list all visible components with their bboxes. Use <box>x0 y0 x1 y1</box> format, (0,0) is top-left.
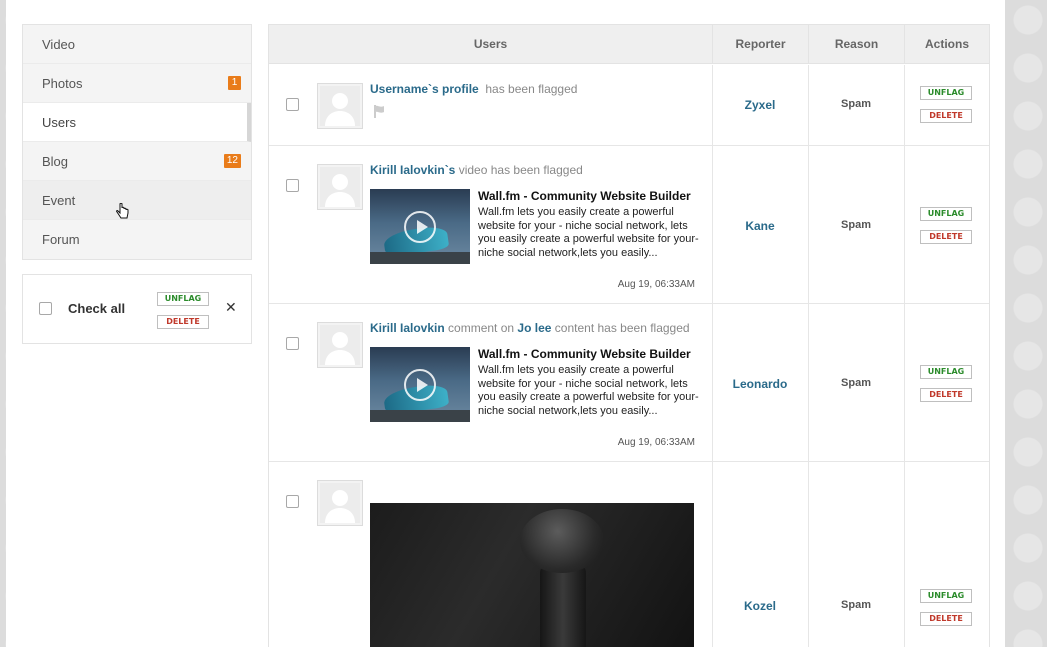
reason-text: Spam <box>841 599 871 611</box>
reporter-link[interactable]: Zyxel <box>712 98 808 112</box>
user-placeholder-icon <box>320 86 360 126</box>
sidebar-item-label: Users <box>42 115 76 130</box>
check-all-label: Check all <box>68 301 126 316</box>
shared-video-card[interactable]: Wall.fm - Community Website Builder Wall… <box>370 347 703 457</box>
avatar <box>317 164 363 210</box>
table-row: Kozel Spam UNFLAG DELETE <box>269 462 989 647</box>
row-checkbox[interactable] <box>286 179 299 192</box>
reporter-link[interactable]: Leonardo <box>712 377 808 391</box>
actor-link[interactable]: Kirill Ialovkin <box>370 321 445 335</box>
table-row: Kirill Ialovkin`s video has been flagged… <box>269 146 989 304</box>
table-row: Kirill Ialovkin comment on Jo lee conten… <box>269 304 989 462</box>
count-badge: 1 <box>228 76 241 90</box>
sidebar-item-blog[interactable]: Blog 12 <box>23 142 251 181</box>
sidebar-item-users[interactable]: Users <box>23 103 251 142</box>
sidebar-item-label: Photos <box>42 76 83 91</box>
mid-text: comment on <box>448 321 515 335</box>
row-checkbox[interactable] <box>286 98 299 111</box>
reason-text: Spam <box>841 219 871 231</box>
card-description: Wall.fm lets you easily create a powerfu… <box>478 206 699 259</box>
bulk-unflag-button[interactable]: UNFLAG <box>157 292 209 306</box>
count-badge: 12 <box>223 154 241 168</box>
delete-button[interactable]: DELETE <box>920 612 972 626</box>
sidebar-item-label: Forum <box>42 232 80 247</box>
user-placeholder-icon <box>320 483 360 523</box>
check-all-checkbox[interactable] <box>39 302 52 315</box>
flagged-photo[interactable] <box>370 503 694 647</box>
flag-text: video has been flagged <box>458 163 583 177</box>
bulk-delete-button[interactable]: DELETE <box>157 315 209 329</box>
category-menu: Video Photos 1 Users Blog 12 Event Forum <box>22 24 252 260</box>
actor-link[interactable]: Username`s profile <box>370 82 479 96</box>
sidebar-item-video[interactable]: Video <box>23 25 251 64</box>
flag-description: Kirill Ialovkin comment on Jo lee conten… <box>370 321 690 335</box>
avatar <box>317 83 363 129</box>
sidebar-item-label: Event <box>42 193 76 208</box>
card-title[interactable]: Wall.fm - Community Website Builder <box>478 347 691 361</box>
card-description: Wall.fm lets you easily create a powerfu… <box>478 364 699 417</box>
target-link[interactable]: Jo lee <box>517 321 551 335</box>
user-placeholder-icon <box>320 325 360 365</box>
reporter-link[interactable]: Kane <box>712 219 808 233</box>
unflag-button[interactable]: UNFLAG <box>920 365 972 379</box>
card-title[interactable]: Wall.fm - Community Website Builder <box>478 189 691 203</box>
flag-text: has been flagged <box>485 82 578 96</box>
delete-button[interactable]: DELETE <box>920 230 972 244</box>
table-header: Users Reporter Reason Actions <box>269 25 989 64</box>
delete-button[interactable]: DELETE <box>920 388 972 402</box>
close-icon[interactable]: ✕ <box>225 300 237 316</box>
user-placeholder-icon <box>320 167 360 207</box>
unflag-button[interactable]: UNFLAG <box>920 589 972 603</box>
reason-text: Spam <box>841 377 871 389</box>
column-header-users: Users <box>473 37 508 51</box>
hand-cursor-icon <box>116 203 129 219</box>
column-header-reporter: Reporter <box>712 25 808 64</box>
flag-text: content has been flagged <box>554 321 690 335</box>
play-icon[interactable] <box>404 369 436 401</box>
flag-description: Kirill Ialovkin`s video has been flagged <box>370 163 583 177</box>
timestamp: Aug 19, 06:33AM <box>617 437 695 448</box>
unflag-button[interactable]: UNFLAG <box>920 86 972 100</box>
avatar <box>317 322 363 368</box>
table-row: Username`s profile has been flagged Zyxe… <box>269 65 989 146</box>
flag-description: Username`s profile has been flagged <box>370 82 577 96</box>
timestamp: Aug 19, 06:33AM <box>617 279 695 290</box>
actor-link[interactable]: Kirill Ialovkin`s <box>370 163 455 177</box>
row-checkbox[interactable] <box>286 495 299 508</box>
page: Video Photos 1 Users Blog 12 Event Forum… <box>6 0 1005 647</box>
flag-icon <box>374 105 384 118</box>
column-header-reason: Reason <box>808 25 904 64</box>
row-checkbox[interactable] <box>286 337 299 350</box>
sidebar-item-event[interactable]: Event <box>23 181 251 220</box>
reason-text: Spam <box>841 98 871 110</box>
sidebar-item-photos[interactable]: Photos 1 <box>23 64 251 103</box>
sidebar-item-forum[interactable]: Forum <box>23 220 251 259</box>
sidebar-item-label: Video <box>42 37 76 52</box>
delete-button[interactable]: DELETE <box>920 109 972 123</box>
unflag-button[interactable]: UNFLAG <box>920 207 972 221</box>
play-icon[interactable] <box>404 211 436 243</box>
sidebar-item-label: Blog <box>42 154 69 169</box>
flagged-table: Users Reporter Reason Actions Username`s… <box>268 24 990 647</box>
reporter-link[interactable]: Kozel <box>712 599 808 613</box>
video-thumbnail[interactable] <box>370 189 470 264</box>
avatar <box>317 480 363 526</box>
video-thumbnail[interactable] <box>370 347 470 422</box>
shared-video-card[interactable]: Wall.fm - Community Website Builder Wall… <box>370 189 703 299</box>
bulk-actions-panel: Check all UNFLAG DELETE ✕ <box>22 274 252 344</box>
column-header-actions: Actions <box>904 25 989 64</box>
